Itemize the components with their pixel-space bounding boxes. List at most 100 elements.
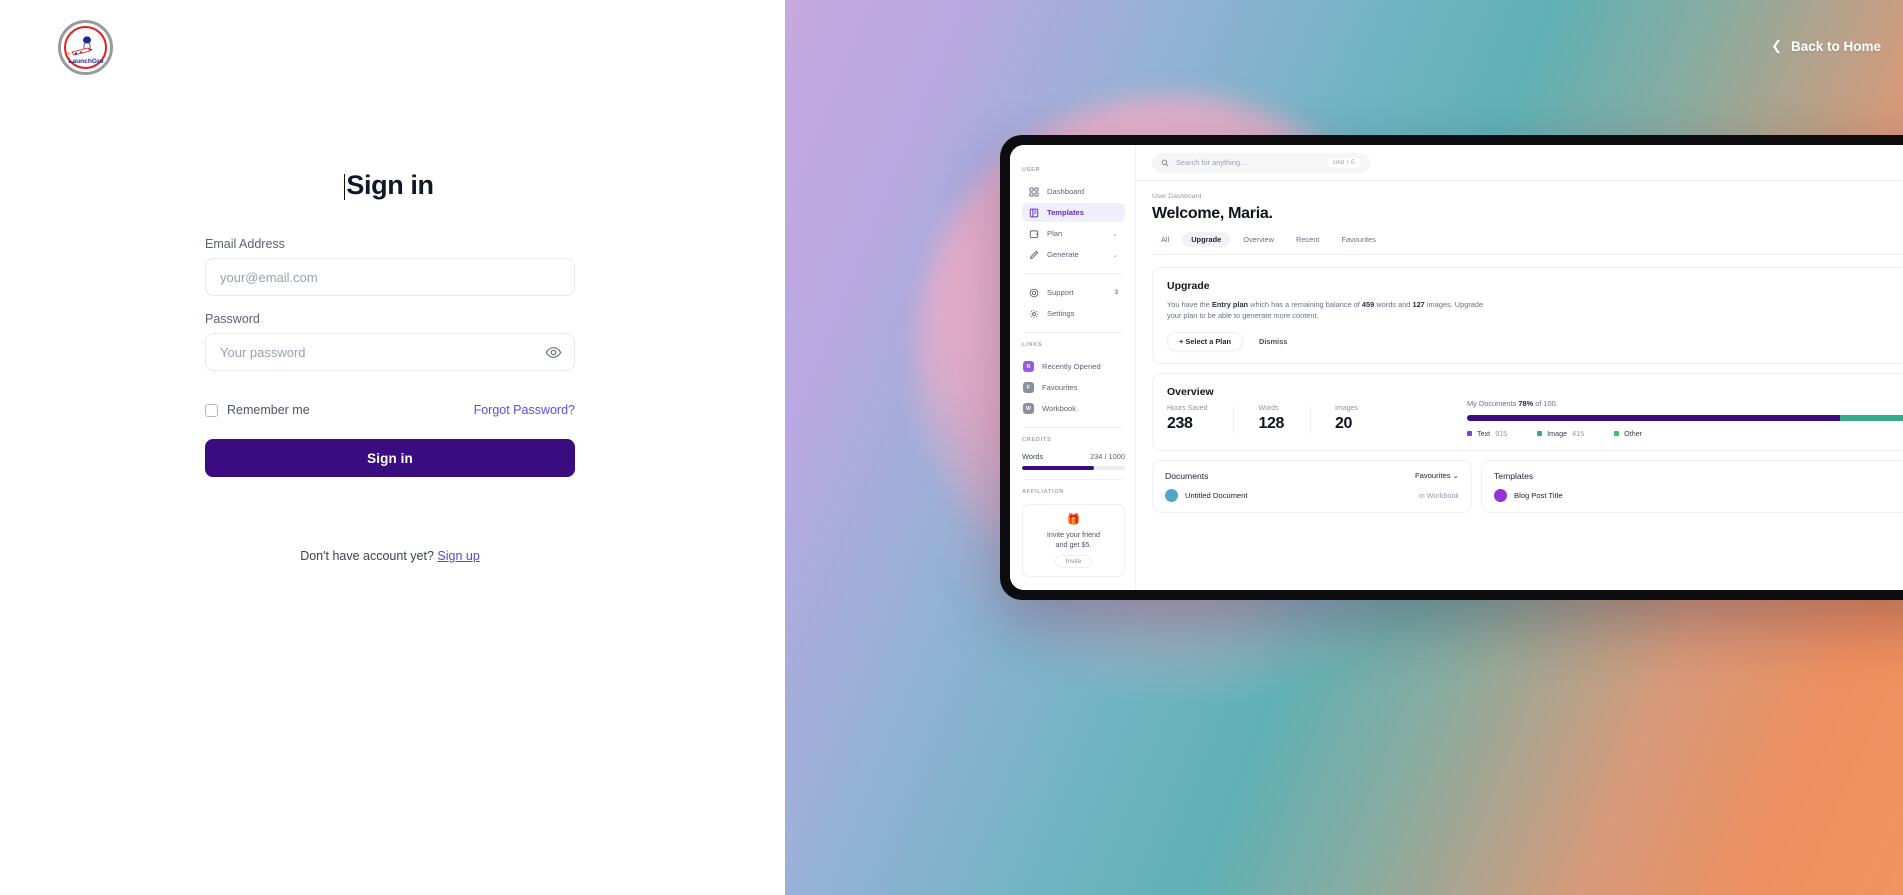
upgrade-images-count: 127 (1412, 300, 1425, 309)
password-input[interactable] (205, 333, 575, 371)
document-list-item[interactable]: Untitled Document in Workbook (1165, 488, 1459, 502)
sidebar-divider-4 (1024, 479, 1123, 480)
tab-overview[interactable]: Overview (1234, 232, 1283, 247)
lifebuoy-icon (1029, 288, 1039, 298)
checkbox-box[interactable] (205, 403, 218, 417)
template-avatar (1494, 488, 1507, 502)
signin-page: LaunchGro Sign in Email Address Password (0, 0, 1903, 895)
breadcrumb: User Dashboard (1152, 193, 1202, 200)
legend-label-image: Image (1547, 428, 1568, 438)
usage-segment-1 (1840, 414, 1903, 421)
sign-up-link[interactable]: Sign up (437, 549, 479, 563)
sidebar-item-generate[interactable]: Generate ⌄ (1022, 245, 1125, 264)
eye-icon[interactable] (543, 342, 563, 362)
tab-recent[interactable]: Recent (1287, 232, 1328, 247)
template-list-item[interactable]: Blog Post Title (1494, 488, 1903, 502)
overview-card-title: Overview (1167, 385, 1214, 398)
select-a-plan-button[interactable]: + Select a Plan (1167, 331, 1243, 351)
docs-percent-value: 78% (1518, 398, 1534, 408)
documents-card-title: Documents (1165, 470, 1209, 481)
right-hero-panel: ❮ Back to Home USER Dashboard Templates … (785, 0, 1903, 895)
sidebar-label-templates: Templates (1047, 208, 1084, 217)
legend-value-text: 915 (1495, 428, 1508, 438)
sign-in-button[interactable]: Sign in (205, 439, 575, 477)
invite-button[interactable]: Invite (1054, 555, 1093, 569)
stat-value-images: 20 (1334, 414, 1352, 432)
remember-me-checkbox[interactable]: Remember me (205, 403, 310, 417)
sidebar-link-recently-opened[interactable]: R Recently Opened (1022, 357, 1125, 376)
dashboard-sidebar: USER Dashboard Templates Plan ⌄ Generate… (1010, 145, 1136, 590)
sidebar-divider-1 (1024, 273, 1123, 274)
pen-icon (1029, 250, 1039, 260)
chevron-down-icon-plan: ⌄ (1112, 230, 1118, 238)
affiliation-text: Invite your friend and get $5. (1029, 530, 1118, 549)
sidebar-label-settings: Settings (1047, 309, 1075, 318)
overview-stats-col: Overview Hours Saved 238 Words 128 Image… (1167, 386, 1467, 433)
remember-me-label: Remember me (227, 403, 310, 417)
upgrade-card: Upgrade You have the Entry plan which ha… (1152, 267, 1903, 364)
credits-progress-bar (1022, 466, 1125, 470)
email-label: Email Address (205, 237, 285, 251)
overview-stats: Hours Saved 238 Words 128 Images 20 (1167, 404, 1467, 433)
sidebar-label-support: Support (1047, 288, 1074, 297)
chip-icon-workbook: W (1023, 403, 1034, 414)
sidebar-caption-links: LINKS (1022, 342, 1043, 348)
tab-all[interactable]: All (1152, 232, 1178, 247)
search-input[interactable]: Search for anything... cmd + E (1152, 152, 1370, 173)
overview-layout: Overview Hours Saved 238 Words 128 Image… (1167, 386, 1903, 438)
usage-legend: Text 915 Image 415 Other (1467, 429, 1903, 438)
sidebar-item-dashboard[interactable]: Dashboard (1022, 182, 1125, 201)
legend-swatch-image (1537, 430, 1543, 436)
legend-item-image: Image 415 (1537, 429, 1584, 438)
documents-filter-dropdown[interactable]: Favourites ⌄ (1415, 471, 1459, 480)
password-input-wrapper (205, 333, 575, 371)
sidebar-item-plan[interactable]: Plan ⌄ (1022, 224, 1125, 243)
back-to-home-link[interactable]: ❮ Back to Home (1771, 38, 1881, 54)
stat-hours-saved: Hours Saved 238 (1167, 404, 1235, 433)
affiliation-line-2: and get $5. (1055, 539, 1092, 549)
docs-suffix: of 100. (1533, 398, 1558, 408)
bottom-cards-row: Documents Favourites ⌄ Untitled Document (1152, 459, 1903, 513)
tablet-mockup: USER Dashboard Templates Plan ⌄ Generate… (1000, 135, 1903, 600)
stat-value-words: 128 (1258, 414, 1284, 432)
gift-icon: 🎁 (1066, 514, 1081, 526)
sidebar-item-templates[interactable]: Templates (1022, 203, 1125, 222)
tab-upgrade[interactable]: Upgrade (1182, 232, 1231, 247)
search-icon (1161, 154, 1169, 172)
upgrade-text-3: words and (1374, 300, 1413, 309)
stat-value-hours-saved: 238 (1167, 414, 1193, 432)
dashboard-preview: USER Dashboard Templates Plan ⌄ Generate… (1010, 145, 1903, 590)
template-name: Blog Post Title (1514, 490, 1563, 500)
chevron-down-icon-documents: ⌄ (1452, 471, 1459, 481)
sidebar-item-settings[interactable]: Settings (1022, 304, 1125, 323)
overview-chart-col: My Documents 78% of 100. Text 915 Image … (1467, 386, 1903, 438)
email-input[interactable] (205, 258, 575, 296)
left-form-panel: LaunchGro Sign in Email Address Password (0, 0, 785, 895)
sidebar-item-support[interactable]: Support 3 (1022, 283, 1125, 302)
launchgro-logo[interactable]: LaunchGro (58, 20, 113, 75)
back-to-home-label: Back to Home (1790, 38, 1881, 54)
search-placeholder: Search for anything... (1176, 158, 1247, 167)
sidebar-caption-user: USER (1022, 167, 1041, 173)
dashboard-content: User Dashboard Welcome, Maria. All Upgra… (1136, 181, 1903, 590)
signup-prompt: Don't have account yet? Sign up (205, 549, 575, 563)
gear-icon (1029, 309, 1039, 319)
sidebar-divider-2 (1024, 332, 1123, 333)
credits-label: Words (1022, 452, 1044, 461)
sidebar-label-recently-opened: Recently Opened (1042, 362, 1101, 371)
upgrade-card-text: You have the Entry plan which has a rema… (1167, 299, 1497, 322)
email-field-group: Email Address (205, 237, 575, 296)
dismiss-button[interactable]: Dismiss (1259, 337, 1287, 346)
affiliation-card: 🎁 Invite your friend and get $5. Invite (1022, 504, 1125, 578)
options-row: Remember me Forgot Password? (205, 403, 575, 417)
credits-row: Words 234 / 1000 (1022, 452, 1125, 461)
sidebar-label-dashboard: Dashboard (1047, 187, 1085, 196)
sidebar-link-workbook[interactable]: W Workbook (1022, 399, 1125, 418)
upgrade-words-count: 459 (1361, 300, 1375, 309)
sidebar-link-favourites[interactable]: F Favourites (1022, 378, 1125, 397)
legend-label-text: Text (1477, 428, 1491, 438)
tab-favourites[interactable]: Favourites (1332, 232, 1385, 247)
grid-icon (1029, 186, 1039, 197)
sidebar-label-plan: Plan (1047, 229, 1063, 238)
forgot-password-link[interactable]: Forgot Password? (474, 403, 575, 417)
